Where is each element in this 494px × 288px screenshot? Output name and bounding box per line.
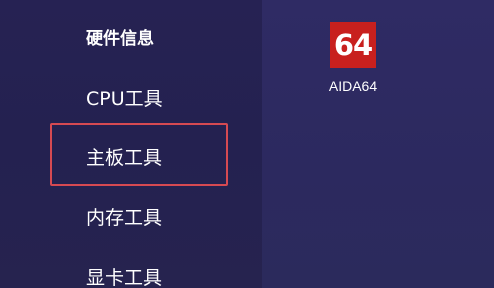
app-label: AIDA64	[328, 78, 378, 94]
sidebar-item-memory-tools[interactable]: 内存工具	[86, 203, 162, 233]
sidebar-item-gpu-tools[interactable]: 显卡工具	[86, 263, 162, 288]
sidebar: 硬件信息 CPU工具 主板工具 内存工具 显卡工具	[0, 0, 262, 288]
sidebar-item-hardware-info[interactable]: 硬件信息	[86, 24, 154, 54]
sidebar-item-cpu-tools[interactable]: CPU工具	[86, 84, 163, 114]
aida64-icon: 64	[330, 22, 376, 68]
sidebar-item-motherboard-tools[interactable]: 主板工具	[86, 143, 162, 173]
app-tile-aida64[interactable]: 64 AIDA64	[312, 16, 394, 104]
